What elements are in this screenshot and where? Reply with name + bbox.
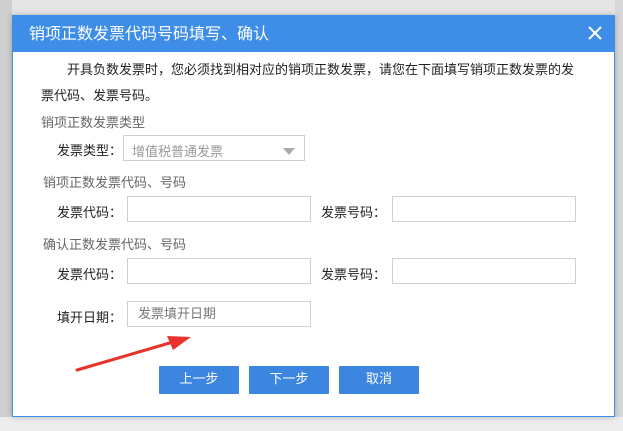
invoice-type-label: 发票类型：: [57, 144, 123, 159]
issue-date-label: 填开日期：: [57, 311, 123, 326]
dialog-title: 销项正数发票代码号码填写、确认: [29, 24, 270, 43]
confirm-code-input[interactable]: [127, 258, 311, 284]
red-annotation-arrow-icon: [75, 336, 191, 372]
close-icon[interactable]: [584, 22, 606, 44]
dialog-title-bar: 销项正数发票代码号码填写、确认: [13, 16, 614, 52]
original-invoice-section-title: 销项正数发票代码、号码: [43, 176, 187, 191]
original-code-input[interactable]: [127, 196, 311, 222]
invoice-dialog: 销项正数发票代码号码填写、确认 开具负数发票时，您必须找到相对应的销项正数发票，…: [12, 15, 615, 417]
original-number-label: 发票号码：: [321, 206, 387, 221]
next-step-button[interactable]: 下一步: [249, 366, 329, 394]
original-number-input[interactable]: [392, 196, 576, 222]
background-window-bottom: [0, 417, 623, 431]
background-window-edge: [615, 0, 623, 431]
invoice-type-select[interactable]: 增值税普通发票: [123, 135, 305, 161]
intro-text: 开具负数发票时，您必须找到相对应的销项正数发票，请您在下面填写销项正数发票的发票…: [41, 63, 575, 104]
original-code-label: 发票代码：: [57, 206, 123, 221]
confirm-number-input[interactable]: [392, 258, 576, 284]
cancel-button[interactable]: 取消: [339, 366, 419, 394]
confirm-invoice-section-title: 确认正数发票代码、号码: [43, 238, 187, 253]
confirm-number-label: 发票号码：: [321, 268, 387, 283]
issue-date-input[interactable]: [127, 301, 311, 327]
invoice-type-section-title: 销项正数发票类型: [41, 116, 146, 131]
chevron-down-icon: [283, 145, 295, 160]
confirm-code-label: 发票代码：: [57, 268, 123, 283]
background-window: [0, 0, 12, 431]
invoice-type-selected-value: 增值税普通发票: [132, 145, 224, 160]
